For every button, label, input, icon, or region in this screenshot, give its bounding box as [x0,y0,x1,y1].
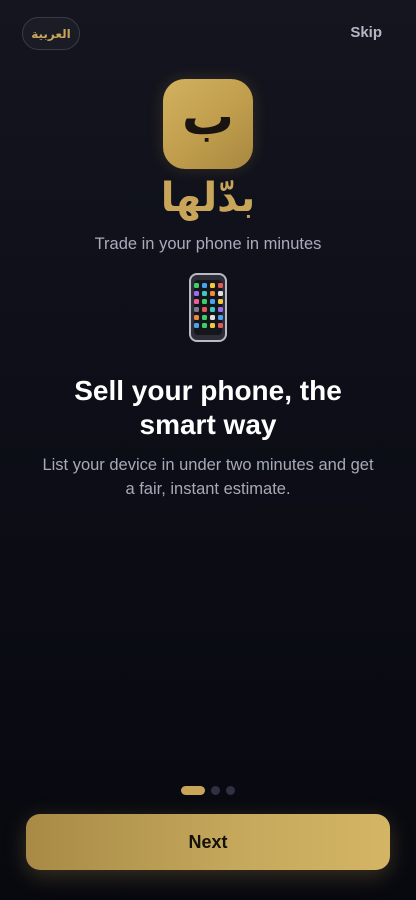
page-indicator [0,786,416,795]
page-dot-active [181,786,205,795]
mobile-phone-icon [189,273,227,342]
brand-wordmark: بدّلها [160,175,256,221]
onboarding-description: List your device in under two minutes an… [42,456,374,498]
app-logo-icon: ب [163,79,253,169]
next-button[interactable]: Next [26,814,390,870]
phone-screen [193,280,223,335]
top-bar: العربية Skip [0,0,416,70]
language-toggle-button[interactable]: العربية [22,17,80,50]
onboarding-title: Sell your phone, the smart way [74,375,342,440]
app-logo-glyph: ب [181,87,235,147]
page-dot [211,786,220,795]
page-dot [226,786,235,795]
brand-tagline: Trade in your phone in minutes [94,235,322,253]
skip-button[interactable]: Skip [350,24,382,41]
